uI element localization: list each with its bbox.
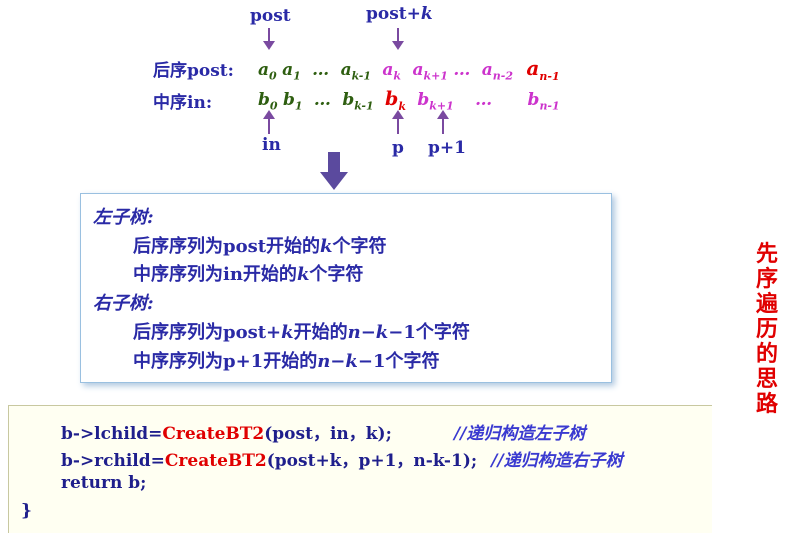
elem-ak-1: ak-1 <box>340 60 371 83</box>
postorder-label: 后序post: <box>153 61 234 81</box>
post-arrow-icon <box>263 28 275 50</box>
ellipsis: … <box>312 60 330 80</box>
down-arrow-icon <box>320 152 348 190</box>
left-subtree-inorder: 中序序列为in开始的k个字符 <box>133 264 364 285</box>
ellipsis: … <box>453 60 471 80</box>
code-line-rchild: b->rchild=CreateBT2(post+k，p+1，n-k-1);//… <box>61 451 623 471</box>
code-block: b->lchild=CreateBT2(post，in，k);//递归构造左子树… <box>8 405 712 533</box>
p1-arrow-icon <box>437 110 449 134</box>
elem-bk-1: bk-1 <box>342 90 374 113</box>
code-line-return: return b; <box>61 473 147 493</box>
elem-bn-1: bn-1 <box>527 90 560 113</box>
in-arrow-icon <box>263 110 275 134</box>
side-title: 先 序 遍 历 的 思 路 <box>755 241 778 417</box>
code-closing-brace: } <box>21 501 32 521</box>
elem-a1: a1 <box>282 60 301 83</box>
right-subtree-postorder: 后序序列为post+k开始的n−k−1个字符 <box>133 322 470 343</box>
inorder-sequence: b0 b1 … bk-1 bk bk+1 … bn-1 <box>258 88 560 113</box>
code-line-lchild: b->lchild=CreateBT2(post，in，k);//递归构造左子树 <box>61 424 586 444</box>
p1-pointer-label: p+1 <box>428 138 466 158</box>
elem-ak: ak <box>382 60 402 83</box>
post-plus-k-label: post+k <box>366 4 433 24</box>
right-subtree-title: 右子树: <box>93 293 154 314</box>
elem-bk-root: bk <box>385 88 406 113</box>
postorder-sequence: a0 a1 … ak-1 ak ak+1 … an-2 an-1 <box>258 56 560 83</box>
elem-a0: a0 <box>258 60 277 83</box>
left-subtree-postorder: 后序序列为post开始的k个字符 <box>133 236 387 257</box>
p-pointer-label: p <box>392 138 404 158</box>
elem-bk+1: bk+1 <box>417 90 454 113</box>
post-pointer-label: post <box>250 6 291 26</box>
right-subtree-inorder: 中序序列为p+1开始的n−k−1个字符 <box>133 351 440 372</box>
elem-ak+1: ak+1 <box>412 60 448 83</box>
elem-an-1-root: an-1 <box>526 56 560 83</box>
in-pointer-label: in <box>262 135 281 155</box>
inorder-label: 中序in: <box>153 93 213 113</box>
left-subtree-title: 左子树: <box>93 207 154 228</box>
elem-b0: b0 <box>258 90 278 113</box>
subtree-explanation-panel: 左子树: 后序序列为post开始的k个字符 中序序列为in开始的k个字符 右子树… <box>80 193 612 383</box>
post-k-arrow-icon <box>392 28 404 50</box>
ellipsis: … <box>313 90 331 110</box>
elem-an-2: an-2 <box>481 60 513 83</box>
elem-b1: b1 <box>282 90 303 113</box>
ellipsis: … <box>475 90 493 110</box>
p-arrow-icon <box>392 110 404 134</box>
